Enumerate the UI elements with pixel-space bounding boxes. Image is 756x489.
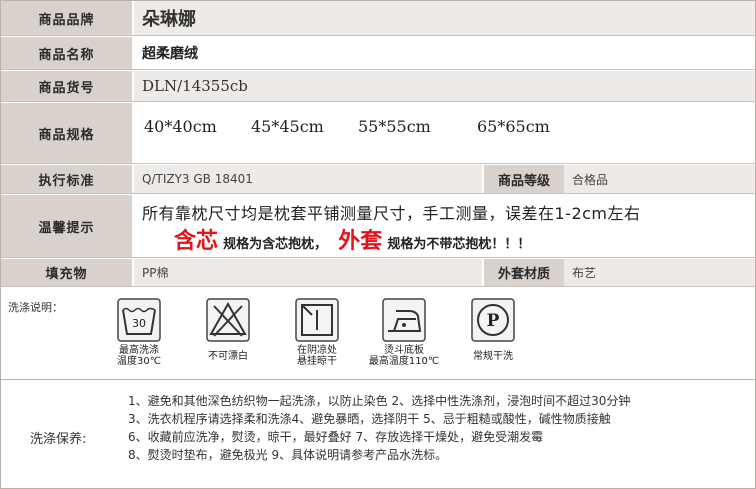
cover-text: 规格为不带芯抱枕！！！: [387, 237, 531, 252]
row-name: 商品名称 超柔磨绒: [1, 37, 755, 70]
dry-clean-label: 常规干洗: [473, 351, 513, 362]
label-sku: 商品货号: [1, 71, 134, 101]
label-standard: 执行标准: [1, 165, 134, 193]
care-line-4: 8、熨烫时垫布，避免极光 9、具体说明请参考产品水洗标。: [128, 448, 448, 462]
size-4: 65*65cm: [477, 117, 550, 136]
size-1: 40*40cm: [144, 117, 217, 136]
value-sku-cell: DLN/14355cb: [134, 71, 755, 101]
label-name: 商品名称: [1, 37, 134, 69]
label-grade: 商品等级: [482, 165, 566, 193]
row-standard: 执行标准 Q/TIZY3 GB 18401 商品等级 合格品: [1, 165, 755, 194]
label-specs: 商品规格: [1, 103, 134, 163]
standard-value: Q/TIZY3 GB 18401: [142, 172, 253, 186]
no-bleach-label: 不可漂白: [208, 351, 248, 362]
line-dry-shade-icon: [295, 298, 339, 342]
cover-highlight: 外套: [338, 229, 383, 254]
value-grade-cell: 合格品: [564, 165, 755, 193]
care-line-1: 1、避免和其他深色纺织物一起洗涤，以防止染色 2、选择中性洗涤剂，浸泡时间不超过…: [128, 394, 631, 408]
wash-30-label: 最高洗涤 温度30℃: [117, 345, 161, 367]
row-brand: 商品品牌 朵琳娜: [1, 1, 755, 36]
label-brand: 商品品牌: [1, 1, 134, 35]
no-bleach-icon: [206, 298, 250, 342]
iron-low-icon: [382, 298, 426, 342]
value-tips-cell: 所有靠枕尺寸均是枕套平铺测量尺寸，手工测量，误差在1-2cm左右 含芯 规格为含…: [134, 195, 755, 257]
value-brand-cell: 朵琳娜: [134, 1, 755, 35]
dry-clean-p-icon: P: [471, 298, 515, 342]
row-tips: 温馨提示 所有靠枕尺寸均是枕套平铺测量尺寸，手工测量，误差在1-2cm左右 含芯…: [1, 195, 755, 258]
wash-temperature: 30: [132, 317, 146, 330]
label-filling: 填充物: [1, 259, 134, 286]
value-specs-cell: 40*40cm 45*45cm 55*55cm 65*65cm: [134, 103, 755, 163]
dry-clean-letter: P: [487, 311, 500, 331]
label-tips: 温馨提示: [1, 195, 134, 257]
brand-value: 朵琳娜: [142, 9, 196, 30]
wash-title: 洗涤说明：: [8, 301, 63, 314]
core-text: 规格为含芯抱枕，: [223, 237, 328, 252]
care-title: 洗涤保养:: [30, 432, 87, 447]
name-value: 超柔磨绒: [142, 46, 198, 62]
row-specs: 商品规格 40*40cm 45*45cm 55*55cm 65*65cm: [1, 103, 755, 164]
care-lines: 1、避免和其他深色纺织物一起洗涤，以防止染色 2、选择中性洗涤剂，浸泡时间不超过…: [128, 392, 630, 464]
tips-line-2: 含芯 规格为含芯抱枕， 外套 规格为不带芯抱枕！！！: [174, 223, 530, 255]
filling-value: PP棉: [142, 266, 169, 280]
size-2: 45*45cm: [251, 117, 324, 136]
care-line-3: 6、收藏前应洗净，熨烫，晾干，最好叠好 7、存放选择干燥处，避免受潮发霉: [128, 430, 544, 444]
care-line-2: 3、洗衣机程序请选择柔和洗涤4、避免暴晒，选择阴干 5、忌于粗糙或酸性，碱性物质…: [128, 412, 611, 426]
label-cover-material: 外套材质: [482, 259, 566, 286]
cover-material-value: 布艺: [572, 266, 597, 280]
row-filling: 填充物 PP棉 外套材质 布艺: [1, 259, 755, 287]
iron-low-label: 烫斗底板 最高温度110℃: [368, 345, 440, 367]
size-3: 55*55cm: [358, 117, 431, 136]
wash-30-icon: 30: [117, 298, 161, 342]
value-name-cell: 超柔磨绒: [134, 37, 755, 69]
row-sku: 商品货号 DLN/14355cb: [1, 71, 755, 102]
sku-value: DLN/14355cb: [142, 77, 248, 95]
tips-line-1: 所有靠枕尺寸均是枕套平铺测量尺寸，手工测量，误差在1-2cm左右: [142, 204, 641, 223]
line-dry-shade-label: 在阴凉处 悬挂晾干: [297, 345, 337, 367]
value-cover-material-cell: 布艺: [564, 259, 755, 286]
core-highlight: 含芯: [174, 229, 219, 254]
grade-value: 合格品: [572, 172, 609, 187]
